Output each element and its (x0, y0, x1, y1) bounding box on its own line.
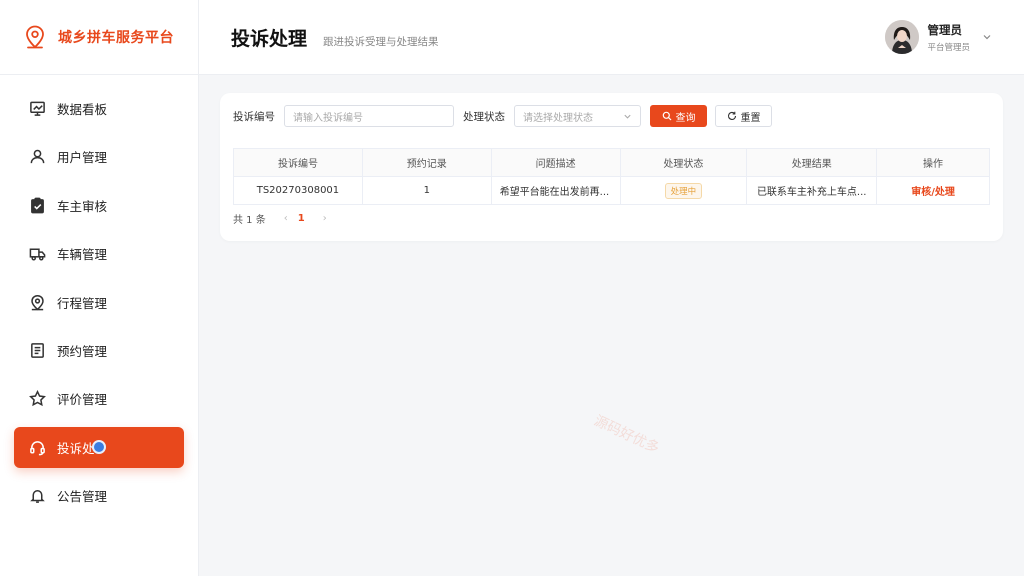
sidebar-item-driver-review[interactable]: 车主审核 (14, 185, 184, 226)
sidebar-item-label: 车主审核 (57, 198, 108, 214)
column-header: 投诉编号 (233, 148, 363, 177)
sidebar: 城乡拼车服务平台 数据看板 用户管理 车主审核 车辆管理 行程管理 预约管理 评… (0, 0, 199, 576)
table-row: TS20270308001 1 希望平台能在出发前再... 处理中 已联系车主补… (233, 176, 990, 205)
sidebar-item-label: 公告管理 (57, 489, 108, 505)
booking-cell: 1 (361, 176, 492, 205)
sidebar-item-bookings[interactable]: 预约管理 (14, 330, 184, 371)
chart-board-icon (28, 100, 46, 118)
reset-button[interactable]: 重置 (715, 105, 772, 127)
action-cell: 审核/处理 (876, 176, 990, 205)
complaint-id-placeholder: 请输入投诉编号 (293, 112, 363, 124)
table-header-row: 投诉编号 预约记录 问题描述 处理状态 处理结果 操作 (233, 148, 990, 177)
user-name: 管理员 (927, 22, 962, 37)
map-pin-logo-icon (26, 25, 44, 49)
next-page-icon[interactable]: › (323, 213, 327, 224)
bell-icon (28, 487, 46, 505)
sidebar-item-users[interactable]: 用户管理 (14, 136, 184, 177)
sidebar-item-label: 投诉处 (57, 440, 95, 456)
chevron-down-icon (624, 114, 631, 119)
column-header: 预约记录 (361, 148, 492, 177)
column-header: 问题描述 (490, 148, 621, 177)
brand[interactable]: 城乡拼车服务平台 (0, 0, 198, 75)
star-icon (28, 390, 46, 408)
sidebar-item-label: 评价管理 (57, 392, 108, 408)
top-bar: 投诉处理 跟进投诉受理与处理结果 管理员 平台管理员 (199, 0, 1024, 75)
status-label: 处理状态 (463, 110, 505, 123)
sidebar-item-reviews[interactable]: 评价管理 (14, 378, 184, 419)
sidebar-item-label: 行程管理 (57, 295, 108, 311)
status-select[interactable]: 请选择处理状态 (514, 105, 641, 127)
document-icon (28, 341, 46, 359)
prev-page-icon[interactable]: ‹ (284, 213, 288, 224)
sidebar-item-label: 预约管理 (57, 343, 108, 359)
column-header: 操作 (876, 148, 990, 177)
search-icon (662, 111, 671, 121)
status-cell: 处理中 (619, 176, 748, 205)
user-info: 管理员 平台管理员 (927, 22, 970, 53)
sidebar-item-announcements[interactable]: 公告管理 (14, 475, 184, 516)
pointer-cursor-dot (92, 439, 106, 454)
page-subtitle: 跟进投诉受理与处理结果 (323, 36, 439, 48)
filter-bar: 投诉编号 请输入投诉编号 处理状态 请选择处理状态 查询 重置 (233, 105, 772, 127)
complaint-id-input[interactable]: 请输入投诉编号 (284, 105, 454, 127)
watermark: 源码好优多 (591, 412, 662, 457)
location-pin-icon (28, 293, 46, 311)
user-icon (28, 148, 46, 166)
user-menu[interactable]: 管理员 平台管理员 (885, 20, 992, 54)
sidebar-item-trips[interactable]: 行程管理 (14, 282, 184, 323)
user-role: 平台管理员 (927, 42, 970, 53)
sidebar-item-label: 车辆管理 (57, 247, 108, 263)
page-number[interactable]: 1 (298, 213, 305, 224)
description-cell: 希望平台能在出发前再... (490, 176, 621, 205)
status-placeholder: 请选择处理状态 (523, 112, 593, 124)
avatar[interactable] (885, 20, 920, 54)
total-count: 共 1 条 (233, 215, 266, 226)
complaint-id-cell: TS20270308001 (233, 176, 363, 205)
column-header: 处理状态 (619, 148, 748, 177)
column-header: 处理结果 (746, 148, 878, 177)
sidebar-nav: 数据看板 用户管理 车主审核 车辆管理 行程管理 预约管理 评价管理 投诉处 公… (0, 75, 198, 516)
page-title: 投诉处理 (231, 28, 308, 50)
headset-icon (28, 438, 46, 456)
truck-icon (28, 245, 46, 263)
sidebar-item-label: 用户管理 (57, 150, 108, 166)
sidebar-item-dashboard[interactable]: 数据看板 (14, 88, 184, 129)
sidebar-item-vehicles[interactable]: 车辆管理 (14, 233, 184, 274)
status-badge: 处理中 (664, 182, 703, 199)
refresh-icon (727, 111, 736, 120)
complaints-table: 投诉编号 预约记录 问题描述 处理状态 处理结果 操作 TS2027030800… (233, 148, 990, 205)
clipboard-check-icon (28, 196, 46, 214)
sidebar-item-label: 数据看板 (57, 102, 108, 117)
complaints-card: 投诉编号 请输入投诉编号 处理状态 请选择处理状态 查询 重置 投诉编号 预约记… (220, 93, 1003, 241)
search-button[interactable]: 查询 (650, 105, 707, 127)
review-process-link[interactable]: 审核/处理 (911, 187, 955, 198)
result-cell: 已联系车主补充上车点... (746, 176, 878, 205)
complaint-id-label: 投诉编号 (233, 110, 275, 123)
chevron-down-icon[interactable] (982, 32, 992, 42)
pagination: 共 1 条 ‹ 1 › (233, 211, 327, 226)
brand-title: 城乡拼车服务平台 (58, 30, 174, 46)
reset-button-label: 重置 (740, 112, 761, 124)
sidebar-item-complaints[interactable]: 投诉处 (14, 426, 184, 468)
search-button-label: 查询 (675, 112, 696, 124)
